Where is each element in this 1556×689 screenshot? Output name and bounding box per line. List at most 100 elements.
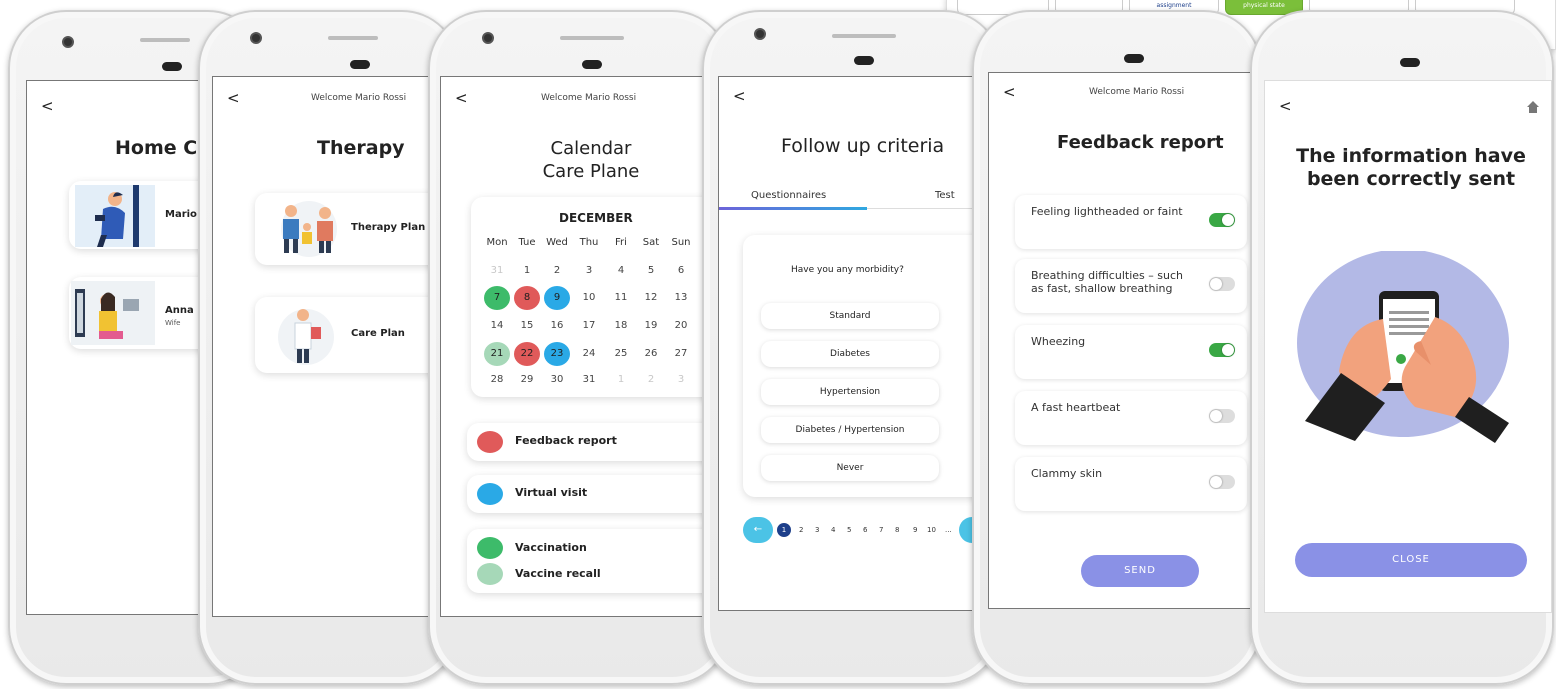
front-camera bbox=[482, 32, 494, 44]
page-3[interactable]: 3 bbox=[815, 526, 819, 534]
screen-feedback: < Welcome Mario Rossi Feedback report Fe… bbox=[988, 72, 1252, 609]
back-button[interactable]: < bbox=[455, 89, 468, 107]
patient-role: Wife bbox=[165, 319, 181, 327]
weekday-label: Tue bbox=[518, 237, 536, 248]
toggle-knob bbox=[1222, 344, 1234, 356]
calendar-day[interactable]: 15 bbox=[514, 314, 540, 338]
calendar-day[interactable]: 30 bbox=[544, 368, 570, 392]
symptom-card: Wheezing bbox=[1015, 325, 1247, 379]
calendar-card: DECEMBER Mon Tue Wed Thu Fri Sat Sun 31 1… bbox=[471, 197, 729, 397]
page-6[interactable]: 6 bbox=[863, 526, 867, 534]
symptom-toggle[interactable] bbox=[1209, 343, 1235, 357]
back-button[interactable]: < bbox=[227, 89, 240, 107]
speaker bbox=[140, 38, 190, 42]
calendar-day[interactable]: 7 bbox=[484, 286, 510, 310]
calendar-day[interactable]: 31 bbox=[576, 368, 602, 392]
calendar-day[interactable]: 17 bbox=[576, 314, 602, 338]
calendar-day[interactable]: 31 bbox=[484, 259, 510, 283]
calendar-day[interactable]: 6 bbox=[668, 259, 694, 283]
calendar-day[interactable]: 23 bbox=[544, 342, 570, 366]
symptom-text: Wheezing bbox=[1031, 335, 1086, 348]
symptom-toggle[interactable] bbox=[1209, 277, 1235, 291]
calendar-day[interactable]: 12 bbox=[638, 286, 664, 310]
calendar-day[interactable]: 16 bbox=[544, 314, 570, 338]
calendar-day[interactable]: 22 bbox=[514, 342, 540, 366]
symptom-toggle[interactable] bbox=[1209, 409, 1235, 423]
calendar-day[interactable]: 25 bbox=[608, 342, 634, 366]
legend-vaccination[interactable]: Vaccination Vaccine recall bbox=[467, 529, 729, 593]
back-button[interactable]: < bbox=[1003, 83, 1016, 101]
calendar-day[interactable]: 5 bbox=[638, 259, 664, 283]
calendar-day[interactable]: 20 bbox=[668, 314, 694, 338]
page-10[interactable]: 10 bbox=[927, 526, 936, 534]
front-camera bbox=[754, 28, 766, 40]
calendar-day[interactable]: 3 bbox=[668, 368, 694, 392]
option-standard[interactable]: Standard bbox=[761, 303, 939, 329]
calendar-day[interactable]: 2 bbox=[544, 259, 570, 283]
page-title: Feedback report bbox=[1057, 132, 1224, 153]
calendar-day[interactable]: 13 bbox=[668, 286, 694, 310]
tab-questionnaires[interactable]: Questionnaires bbox=[751, 190, 826, 201]
prev-page-button[interactable]: ← bbox=[743, 517, 773, 543]
page-1[interactable]: 1 bbox=[777, 523, 791, 537]
calendar-day[interactable]: 26 bbox=[638, 342, 664, 366]
doctor-illustration bbox=[278, 309, 334, 365]
front-camera bbox=[62, 36, 74, 48]
screen-therapy: < Welcome Mario Rossi Therapy Therapy Pl… bbox=[212, 76, 460, 617]
tab-test[interactable]: Test bbox=[935, 190, 955, 201]
page-2[interactable]: 2 bbox=[799, 526, 803, 534]
page-8[interactable]: 8 bbox=[895, 526, 899, 534]
welcome-text: Welcome Mario Rossi bbox=[541, 93, 637, 103]
calendar-day[interactable]: 24 bbox=[576, 342, 602, 366]
calendar-day[interactable]: 1 bbox=[608, 368, 634, 392]
calendar-day[interactable]: 8 bbox=[514, 286, 540, 310]
phone-followup: < Follow up criteria Questionnaires Test… bbox=[702, 10, 1002, 685]
calendar-day[interactable]: 3 bbox=[576, 259, 602, 283]
calendar-day[interactable]: 28 bbox=[484, 368, 510, 392]
title-line: Care Plane bbox=[542, 161, 640, 182]
legend-feedback-report[interactable]: Feedback report bbox=[467, 423, 729, 461]
page-title: Home Ca bbox=[115, 137, 211, 159]
page-5[interactable]: 5 bbox=[847, 526, 851, 534]
calendar-day[interactable]: 27 bbox=[668, 342, 694, 366]
toggle-knob bbox=[1222, 214, 1234, 226]
option-diabetes[interactable]: Diabetes bbox=[761, 341, 939, 367]
page-9[interactable]: 9 bbox=[913, 526, 917, 534]
calendar-day[interactable]: 11 bbox=[608, 286, 634, 310]
symptom-text: Clammy skin bbox=[1031, 467, 1103, 480]
weekday-label: Thu bbox=[579, 237, 599, 248]
legend-virtual-visit[interactable]: Virtual visit bbox=[467, 475, 729, 513]
calendar-day[interactable]: 1 bbox=[514, 259, 540, 283]
calendar-day[interactable]: 19 bbox=[638, 314, 664, 338]
calendar-day[interactable]: 21 bbox=[484, 342, 510, 366]
page-4[interactable]: 4 bbox=[831, 526, 835, 534]
option-hypertension[interactable]: Hypertension bbox=[761, 379, 939, 405]
calendar-day[interactable]: 2 bbox=[638, 368, 664, 392]
calendar-day[interactable]: 14 bbox=[484, 314, 510, 338]
calendar-day[interactable]: 29 bbox=[514, 368, 540, 392]
back-button[interactable]: < bbox=[733, 87, 746, 105]
symptom-toggle[interactable] bbox=[1209, 475, 1235, 489]
calendar-day[interactable]: 18 bbox=[608, 314, 634, 338]
option-never[interactable]: Never bbox=[761, 455, 939, 481]
back-button[interactable]: < bbox=[41, 97, 54, 115]
symptom-toggle[interactable] bbox=[1209, 213, 1235, 227]
symptom-card: Feeling lightheaded or faint bbox=[1015, 195, 1247, 249]
screen-calendar: < Welcome Mario Rossi Calendar Care Plan… bbox=[440, 76, 730, 617]
family-illustration bbox=[281, 201, 337, 257]
speaker bbox=[832, 34, 896, 38]
page-7[interactable]: 7 bbox=[879, 526, 883, 534]
option-diabetes-hypertension[interactable]: Diabetes / Hypertension bbox=[761, 417, 939, 443]
legend-dot-vaccination bbox=[477, 537, 503, 559]
calendar-day[interactable]: 10 bbox=[576, 286, 602, 310]
page-title: Follow up criteria bbox=[781, 135, 945, 157]
therapy-plan-label: Therapy Plan bbox=[351, 222, 426, 233]
calendar-day[interactable]: 4 bbox=[608, 259, 634, 283]
send-button[interactable]: SEND bbox=[1081, 555, 1199, 587]
close-button[interactable]: CLOSE bbox=[1295, 543, 1527, 577]
home-icon[interactable] bbox=[1527, 101, 1539, 113]
calendar-day[interactable]: 9 bbox=[544, 286, 570, 310]
sensor bbox=[1124, 54, 1144, 63]
welcome-text: Welcome Mario Rossi bbox=[1089, 87, 1185, 97]
back-button[interactable]: < bbox=[1279, 97, 1292, 115]
